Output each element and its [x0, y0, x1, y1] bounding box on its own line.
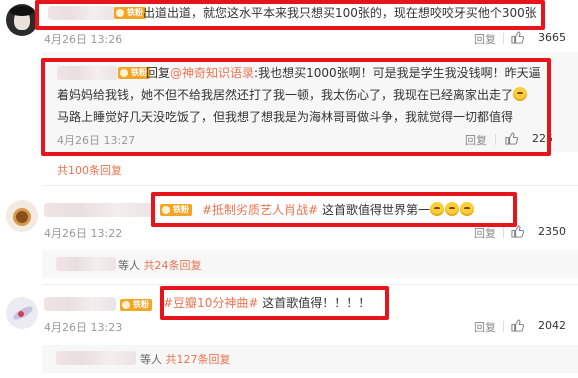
avatar[interactable] [6, 297, 38, 329]
fan-badge: 铁粉 [120, 299, 152, 311]
reply-button[interactable]: 回复 [474, 31, 496, 47]
divider [503, 33, 504, 44]
divider [42, 284, 578, 285]
highlight-box [35, 0, 545, 30]
avatar[interactable] [6, 200, 38, 232]
reply-summary-suffix: 等人 [118, 259, 140, 272]
avatar[interactable] [6, 4, 38, 36]
like-icon[interactable] [511, 31, 524, 44]
highlight-box [151, 192, 517, 227]
like-icon[interactable] [511, 319, 524, 332]
reply-button[interactable]: 回复 [474, 225, 496, 241]
reply-summary[interactable]: 等人 共24条回复 [118, 257, 202, 273]
comment-time: 4月26日 13:23 [44, 321, 123, 334]
like-count: 2042 [538, 319, 566, 332]
like-icon[interactable] [511, 225, 524, 238]
more-replies-link[interactable]: 共100条回复 [57, 162, 122, 178]
reply-summary[interactable]: 等人 共127条回复 [140, 351, 231, 367]
divider [503, 321, 504, 332]
username-blurred[interactable] [56, 351, 136, 365]
highlight-box [41, 58, 551, 156]
comment-time: 4月26日 13:22 [44, 227, 123, 240]
username-blurred[interactable] [44, 297, 116, 311]
highlight-box [160, 286, 389, 320]
divider [503, 227, 504, 238]
like-count: 2350 [538, 225, 566, 238]
more-replies-link[interactable]: 共127条回复 [166, 353, 231, 366]
divider [42, 185, 578, 186]
username-blurred[interactable] [44, 203, 154, 217]
reply-summary-suffix: 等人 [140, 353, 162, 366]
more-replies-link[interactable]: 共24条回复 [144, 259, 202, 272]
comment-time: 4月26日 13:26 [44, 33, 123, 46]
like-count: 3665 [538, 31, 566, 44]
reply-button[interactable]: 回复 [474, 319, 496, 335]
username-blurred[interactable] [56, 257, 116, 271]
